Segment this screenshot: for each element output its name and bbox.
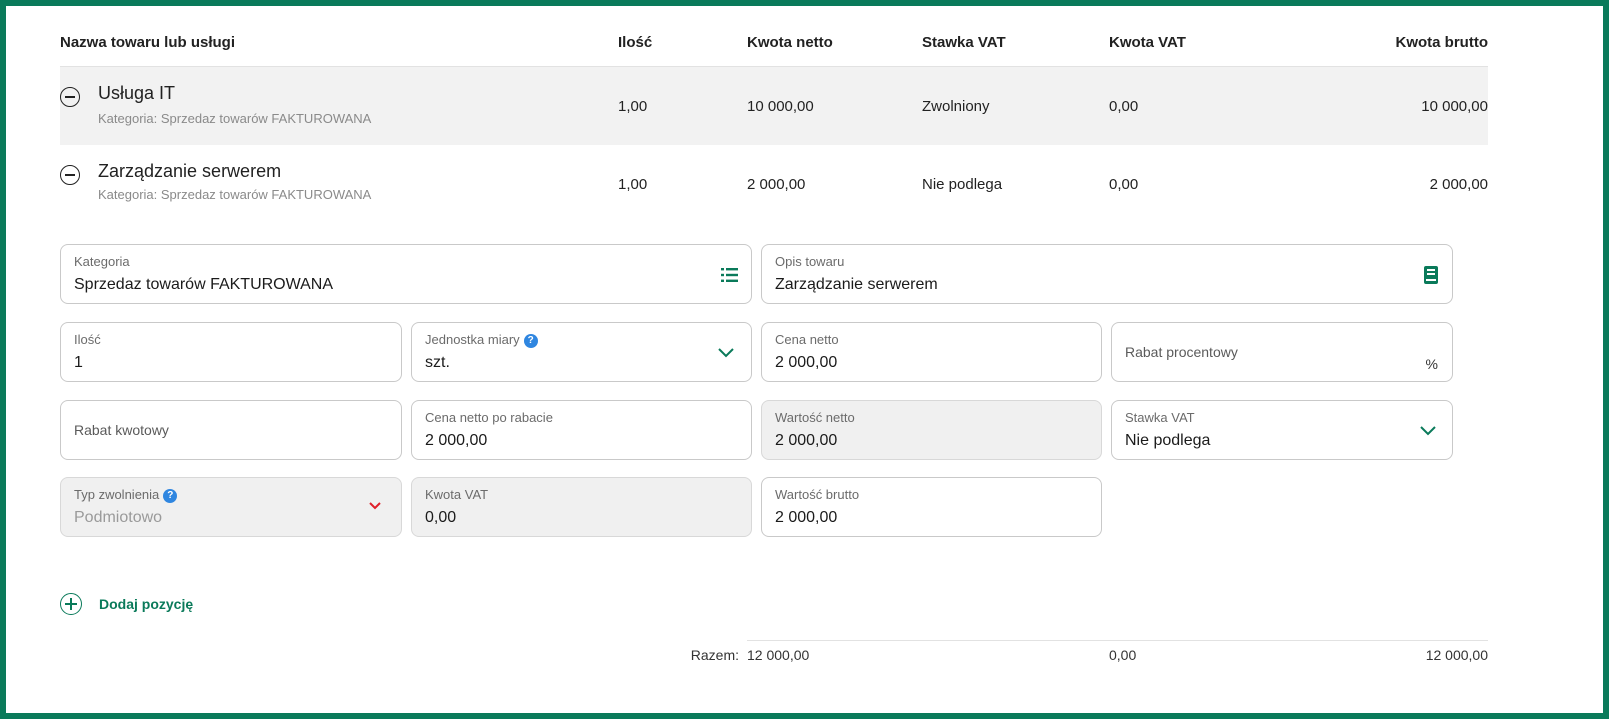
item-name: Usługa IT — [98, 83, 176, 103]
totals-label: Razem: — [690, 647, 739, 663]
description-value: Zarządzanie serwerem — [775, 276, 938, 293]
add-item-button[interactable]: Dodaj pozycję — [60, 593, 210, 619]
gross-value-label: Wartość brutto — [775, 487, 860, 502]
vat-amount-field: Kwota VAT 0,00 — [411, 477, 752, 537]
description-label: Opis towaru — [775, 254, 845, 269]
gross-value-field[interactable]: Wartość brutto 2 000,00 — [761, 477, 1102, 537]
description-field[interactable]: Opis towaru Zarządzanie serwerem — [761, 244, 1453, 304]
total-vat: 0,00 — [1109, 647, 1137, 663]
quantity-label: Ilość — [74, 332, 101, 347]
net-after-discount-field[interactable]: Cena netto po rabacie 2 000,00 — [411, 400, 752, 460]
vat-amount-label: Kwota VAT — [425, 487, 489, 502]
percent-suffix: % — [1425, 356, 1438, 372]
vat-rate-label: Stawka VAT — [1125, 410, 1195, 425]
header-vat-amount: Kwota VAT — [1109, 34, 1186, 51]
exemption-type-value: Podmiotowo — [74, 509, 163, 526]
net-price-label: Cena netto — [775, 332, 839, 347]
net-price-field[interactable]: Cena netto 2 000,00 — [761, 322, 1102, 382]
net-value-label: Wartość netto — [775, 410, 855, 425]
vat-amount-value: 0,00 — [425, 509, 457, 526]
quantity-value: 1 — [74, 354, 83, 371]
category-label: Kategoria — [74, 254, 130, 269]
item-category: Kategoria: Sprzedaz towarów FAKTUROWANA — [98, 187, 372, 202]
item-gross: 10 000,00 — [1421, 98, 1488, 115]
category-value: Sprzedaz towarów FAKTUROWANA — [74, 276, 334, 293]
book-icon[interactable] — [1424, 266, 1438, 284]
chevron-down-icon[interactable] — [1420, 426, 1436, 436]
header-gross: Kwota brutto — [1395, 34, 1488, 51]
item-name: Zarządzanie serwerem — [98, 161, 282, 181]
item-vat-rate: Nie podlega — [922, 176, 1003, 193]
category-field[interactable]: Kategoria Sprzedaz towarów FAKTUROWANA — [60, 244, 752, 304]
gross-value-value: 2 000,00 — [775, 509, 838, 526]
percent-discount-placeholder: Rabat procentowy — [1125, 344, 1238, 360]
item-vat-amount: 0,00 — [1109, 98, 1139, 115]
unit-value: szt. — [425, 354, 450, 371]
minus-circle-icon[interactable] — [60, 87, 80, 107]
exemption-type-select[interactable]: Typ zwolnienia? Podmiotowo — [60, 477, 402, 537]
net-after-discount-label: Cena netto po rabacie — [425, 410, 553, 425]
question-icon[interactable]: ? — [163, 489, 178, 503]
quantity-field[interactable]: Ilość 1 — [60, 322, 402, 382]
item-net: 10 000,00 — [747, 98, 814, 115]
item-qty: 1,00 — [618, 98, 648, 115]
net-price-value: 2 000,00 — [775, 354, 838, 371]
minus-circle-icon[interactable] — [60, 165, 80, 185]
unit-select[interactable]: Jednostka miary? szt. — [411, 322, 752, 382]
question-icon[interactable]: ? — [523, 334, 538, 348]
percent-discount-field[interactable]: Rabat procentowy % — [1111, 322, 1453, 382]
item-qty: 1,00 — [618, 176, 648, 193]
exemption-type-label: Typ zwolnienia — [74, 487, 160, 502]
chevron-down-icon[interactable] — [369, 502, 381, 510]
table-row[interactable]: Zarządzanie serwerem Kategoria: Sprzedaz… — [60, 145, 1488, 223]
chevron-down-icon[interactable] — [718, 348, 734, 358]
item-vat-amount: 0,00 — [1109, 176, 1139, 193]
invoice-items-panel: Nazwa towaru lub usługi Ilość Kwota nett… — [0, 0, 1609, 719]
total-net: 12 000,00 — [747, 647, 810, 663]
header-vat-rate: Stawka VAT — [922, 34, 1006, 51]
plus-circle-icon — [60, 593, 82, 615]
unit-label: Jednostka miary — [425, 332, 520, 347]
net-value-value: 2 000,00 — [775, 432, 838, 449]
table-row[interactable]: Usługa IT Kategoria: Sprzedaz towarów FA… — [60, 67, 1488, 145]
item-gross: 2 000,00 — [1429, 176, 1488, 193]
add-item-label: Dodaj pozycję — [99, 596, 194, 612]
header-name: Nazwa towaru lub usługi — [60, 34, 236, 51]
vat-rate-select[interactable]: Stawka VAT Nie podlega — [1111, 400, 1453, 460]
item-vat-rate: Zwolniony — [922, 98, 990, 115]
item-category: Kategoria: Sprzedaz towarów FAKTUROWANA — [98, 111, 372, 126]
list-icon[interactable] — [721, 267, 739, 283]
amount-discount-placeholder: Rabat kwotowy — [74, 422, 169, 438]
amount-discount-field[interactable]: Rabat kwotowy — [60, 400, 402, 460]
header-qty: Ilość — [618, 34, 653, 51]
total-gross: 12 000,00 — [1425, 647, 1488, 663]
vat-rate-value: Nie podlega — [1125, 432, 1211, 449]
header-net: Kwota netto — [747, 34, 833, 51]
totals-divider — [747, 640, 1488, 641]
item-net: 2 000,00 — [747, 176, 806, 193]
net-after-discount-value: 2 000,00 — [425, 432, 488, 449]
net-value-field: Wartość netto 2 000,00 — [761, 400, 1102, 460]
